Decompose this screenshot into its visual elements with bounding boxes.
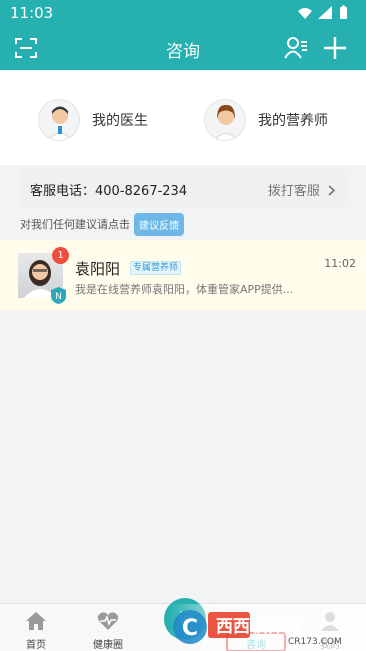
feedback-prompt: 对我们任何建议请点击 (20, 218, 130, 231)
customer-service-bar[interactable]: 客服电话：400-8267-234 拨打客服 (20, 169, 346, 207)
message-preview: 我是在线营养师袁阳阳，体重管家APP提供... (75, 283, 294, 296)
contact-name: 袁阳阳 (75, 260, 121, 278)
home-icon (25, 611, 47, 635)
wifi-icon (298, 8, 312, 19)
call-service-label: 拨打客服 (267, 184, 320, 199)
battery-icon (340, 7, 347, 19)
page-title: 咨询 (166, 42, 200, 62)
quick-access-panel: 我的医生 我的营养师 (0, 70, 366, 165)
shield-icon: N (50, 286, 67, 309)
contacts-icon[interactable] (283, 35, 309, 65)
tab-health-circle-label: 健康圈 (93, 640, 123, 651)
unread-badge: 1 (52, 247, 69, 264)
shield-letter: N (55, 292, 62, 302)
status-icons (296, 5, 356, 25)
my-doctor-entry[interactable]: 我的医生 (38, 98, 148, 142)
status-bar: 11:03 (0, 0, 366, 26)
service-phone: 客服电话：400-8267-234 (30, 184, 188, 199)
feedback-row: 对我们任何建议请点击 建议反馈 (20, 212, 184, 236)
watermark-logo-letter: C (182, 616, 198, 641)
watermark-logo: C 西西软件园 CR173.COM (168, 606, 364, 651)
doctor-avatar-icon (38, 99, 80, 141)
my-doctor-label: 我的医生 (92, 113, 148, 129)
message-time: 11:02 (324, 257, 356, 270)
watermark-brand: 西西软件园 (216, 616, 301, 637)
feedback-button[interactable]: 建议反馈 (134, 212, 184, 236)
nutritionist-avatar-icon (204, 99, 246, 141)
heart-pulse-icon (97, 611, 119, 635)
conversation-item[interactable]: 1 N 袁阳阳 专属营养师 11:02 我是在线营养师袁阳阳，体重管家APP提供… (0, 240, 366, 310)
signal-icon (318, 6, 332, 19)
tab-home-label: 首页 (26, 640, 46, 651)
role-tag: 专属营养师 (130, 261, 182, 275)
tab-health-circle[interactable]: 健康圈 (78, 604, 138, 651)
top-bar: 咨询 (0, 26, 366, 70)
my-nutritionist-label: 我的营养师 (258, 113, 328, 129)
add-icon[interactable] (322, 35, 348, 65)
watermark-domain: CR173.COM (288, 637, 342, 647)
tab-home[interactable]: 首页 (6, 604, 66, 651)
status-time: 11:03 (10, 4, 54, 22)
chevron-right-icon (328, 185, 336, 196)
my-nutritionist-entry[interactable]: 我的营养师 (204, 98, 328, 142)
call-service-button[interactable]: 拨打客服 (268, 180, 336, 199)
